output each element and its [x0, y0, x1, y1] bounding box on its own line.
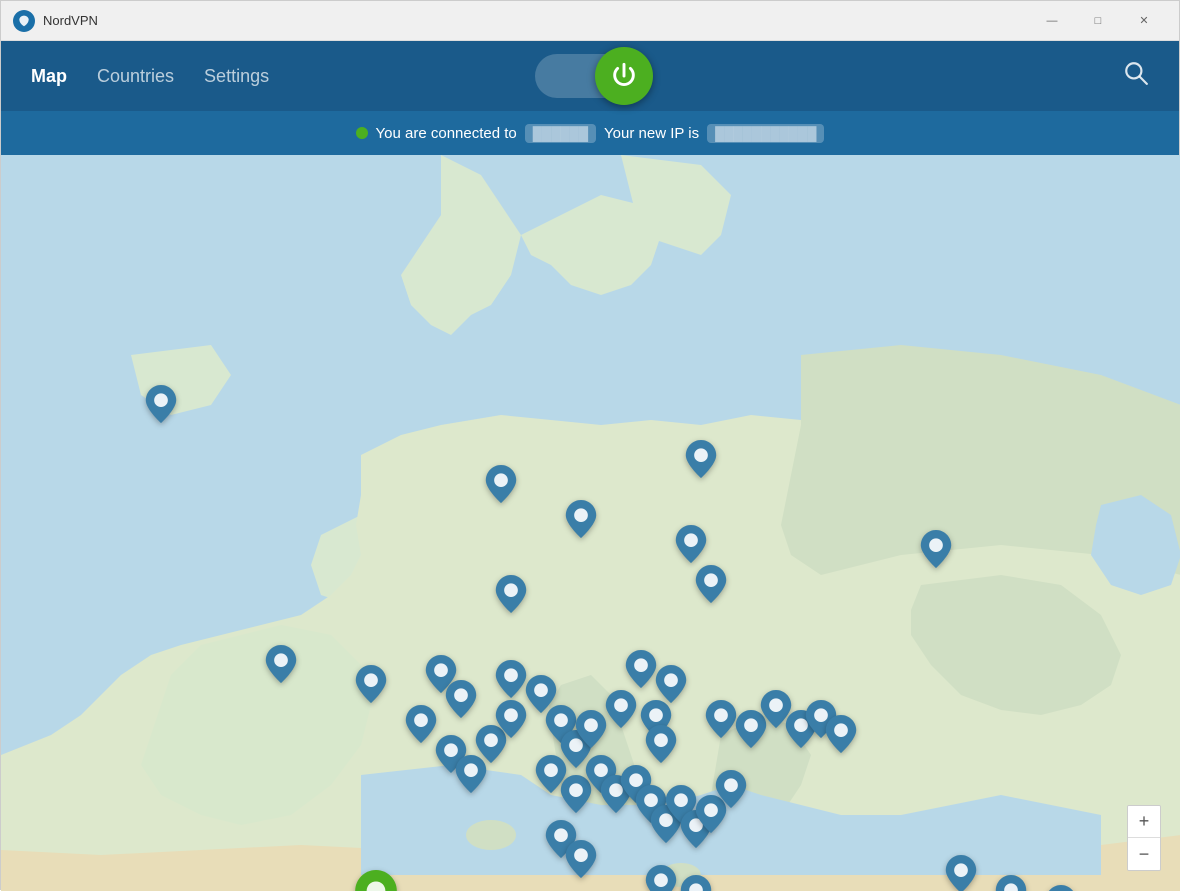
titlebar: NordVPN — □ ✕ [1, 1, 1179, 41]
map-area: + − [1, 155, 1180, 891]
close-button[interactable]: ✕ [1121, 6, 1167, 36]
map-pin-25[interactable] [642, 725, 680, 768]
map-pin-46[interactable] [642, 865, 680, 891]
map-pin-56[interactable] [1042, 885, 1080, 891]
map-pin-26[interactable] [652, 665, 690, 708]
app-icon [13, 10, 35, 32]
map-pin-55[interactable] [992, 875, 1030, 891]
map-pin-19[interactable] [492, 700, 530, 743]
toggle-track [535, 54, 645, 98]
status-text-prefix: You are connected to [376, 125, 517, 142]
map-pin-23[interactable] [602, 690, 640, 733]
nav-map[interactable]: Map [31, 62, 67, 91]
map-pin-5[interactable] [692, 565, 730, 608]
map-pin-45[interactable] [562, 840, 600, 883]
navbar: Map Countries Settings [1, 41, 1179, 111]
window-controls: — □ ✕ [1029, 6, 1167, 36]
server-name-redacted: ██████ [525, 124, 596, 143]
map-pin-4[interactable] [672, 525, 710, 568]
map-pin-7[interactable] [492, 575, 530, 618]
maximize-button[interactable]: □ [1075, 6, 1121, 36]
map-pin-11[interactable] [442, 680, 480, 723]
map-pin-1[interactable] [482, 465, 520, 508]
map-pin-3[interactable] [682, 440, 720, 483]
map-pin-54[interactable] [942, 855, 980, 891]
map-pin-43[interactable] [712, 770, 750, 813]
map-pin-6[interactable] [917, 530, 955, 573]
map-pin-53[interactable] [350, 870, 402, 891]
map-pin-0[interactable] [142, 385, 180, 428]
map-pin-8[interactable] [262, 645, 300, 688]
minimize-button[interactable]: — [1029, 6, 1075, 36]
ip-address-redacted: ███████████ [707, 124, 824, 143]
app-title: NordVPN [43, 13, 1029, 28]
zoom-out-button[interactable]: − [1128, 838, 1160, 870]
map-pin-2[interactable] [562, 500, 600, 543]
statusbar: You are connected to ██████ Your new IP … [1, 111, 1179, 155]
nav-settings[interactable]: Settings [204, 62, 269, 91]
zoom-controls: + − [1127, 805, 1161, 871]
nav-countries[interactable]: Countries [97, 62, 174, 91]
map-pin-48[interactable] [677, 875, 715, 891]
power-button[interactable] [595, 47, 653, 105]
zoom-in-button[interactable]: + [1128, 806, 1160, 838]
connection-dot [356, 127, 368, 139]
search-icon[interactable] [1123, 60, 1149, 93]
status-text-mid: Your new IP is [604, 125, 699, 142]
power-toggle[interactable] [535, 54, 645, 98]
map-pin-9[interactable] [352, 665, 390, 708]
map-pin-32[interactable] [822, 715, 860, 758]
